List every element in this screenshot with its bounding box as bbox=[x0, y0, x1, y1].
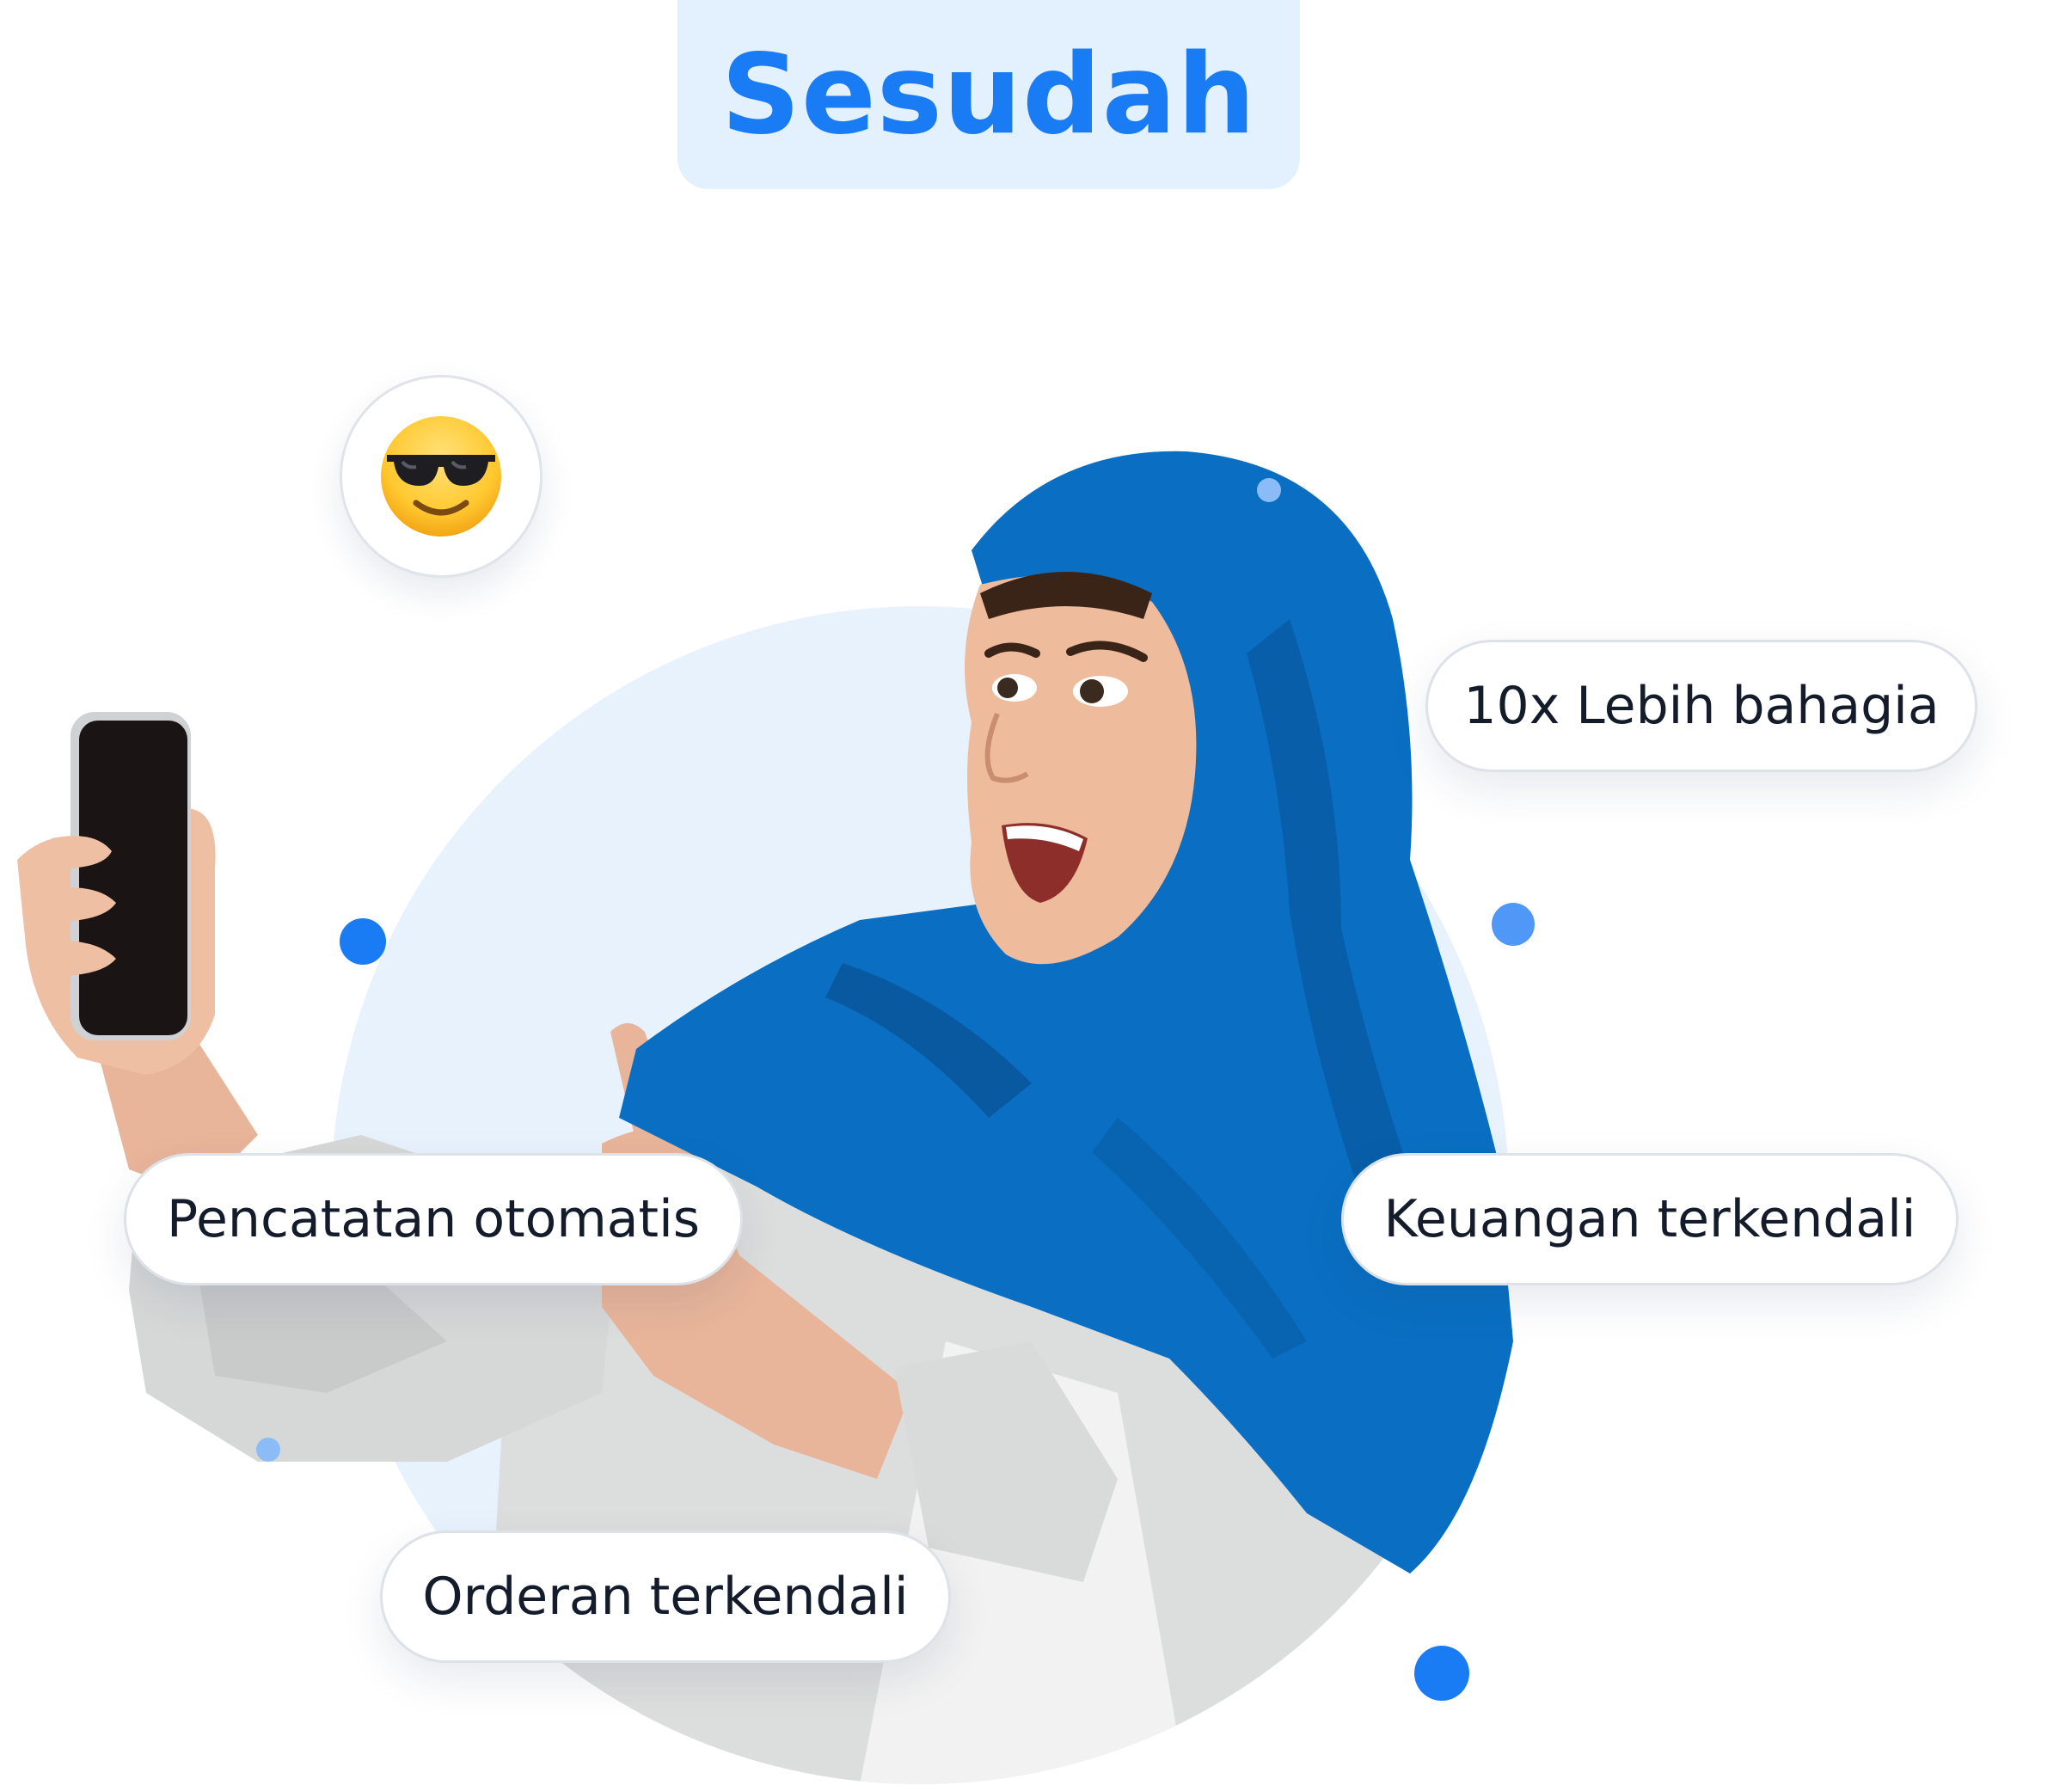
decorative-dot bbox=[1414, 1646, 1469, 1701]
feature-pill-orders: Orderan terkendali bbox=[380, 1530, 951, 1663]
decorative-dot bbox=[1257, 478, 1281, 502]
decorative-dot bbox=[256, 1438, 280, 1462]
feature-label-orders: Orderan terkendali bbox=[422, 1567, 909, 1627]
feature-label-finances: Keuangan terkendali bbox=[1383, 1189, 1916, 1249]
feature-pill-happier: 10x Lebih bahagia bbox=[1425, 640, 1977, 772]
woman-with-phone-photo bbox=[17, 451, 1513, 1784]
emoji-bubble bbox=[340, 375, 543, 578]
decorative-dot bbox=[1492, 903, 1535, 946]
sunglasses-face-emoji-icon bbox=[381, 416, 501, 537]
feature-pill-finances: Keuangan terkendali bbox=[1341, 1153, 1959, 1285]
decorative-dot bbox=[340, 918, 386, 965]
feature-label-auto-recording: Pencatatan otomatis bbox=[166, 1189, 701, 1249]
feature-label-happier: 10x Lebih bahagia bbox=[1463, 676, 1940, 736]
feature-pill-auto-recording: Pencatatan otomatis bbox=[124, 1153, 743, 1285]
